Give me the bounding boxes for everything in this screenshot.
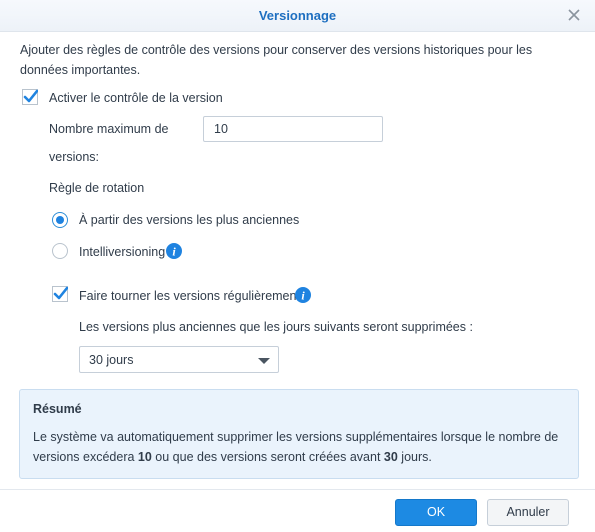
enable-versioning-checkbox[interactable]	[22, 89, 38, 105]
cancel-button[interactable]: Annuler	[487, 499, 569, 526]
rotate-periodically-checkbox[interactable]	[52, 286, 68, 302]
summary-panel: Résumé Le système va automatiquement sup…	[19, 389, 579, 479]
older-versions-label: Les versions plus anciennes que les jour…	[79, 320, 473, 334]
chevron-down-icon	[258, 358, 270, 364]
max-versions-label: Nombre maximum de	[49, 122, 169, 136]
radio-intelliversioning[interactable]	[52, 243, 68, 259]
close-icon[interactable]	[567, 8, 581, 22]
summary-count: 10	[137, 450, 152, 464]
dialog-titlebar: Versionnage	[0, 0, 595, 32]
radio-oldest-versions-label: À partir des versions les plus anciennes	[79, 213, 300, 227]
summary-text: Le système va automatiquement supprimer …	[33, 430, 559, 464]
retention-days-value: 30 jours	[89, 353, 134, 367]
rotate-periodically-label: Faire tourner les versions régulièrement	[79, 289, 300, 303]
retention-days-select[interactable]: 30 jours	[79, 346, 279, 373]
max-versions-label-2: versions:	[49, 150, 100, 164]
intro-text: Ajouter des règles de contrôle des versi…	[20, 43, 533, 77]
ok-button[interactable]: OK	[395, 499, 477, 526]
enable-versioning-label: Activer le contrôle de la version	[49, 91, 223, 105]
radio-oldest-versions[interactable]	[52, 212, 68, 228]
summary-title: Résumé	[33, 402, 82, 416]
max-versions-input[interactable]: 10	[203, 116, 383, 142]
summary-days: 30	[383, 450, 398, 464]
radio-intelliversioning-label: Intelliversioning	[79, 245, 166, 259]
info-icon[interactable]: i	[166, 243, 182, 259]
info-icon[interactable]: i	[295, 287, 311, 303]
dialog-title: Versionnage	[258, 8, 337, 23]
rotation-rule-label: Règle de rotation	[49, 181, 145, 195]
footer-divider	[0, 489, 595, 490]
